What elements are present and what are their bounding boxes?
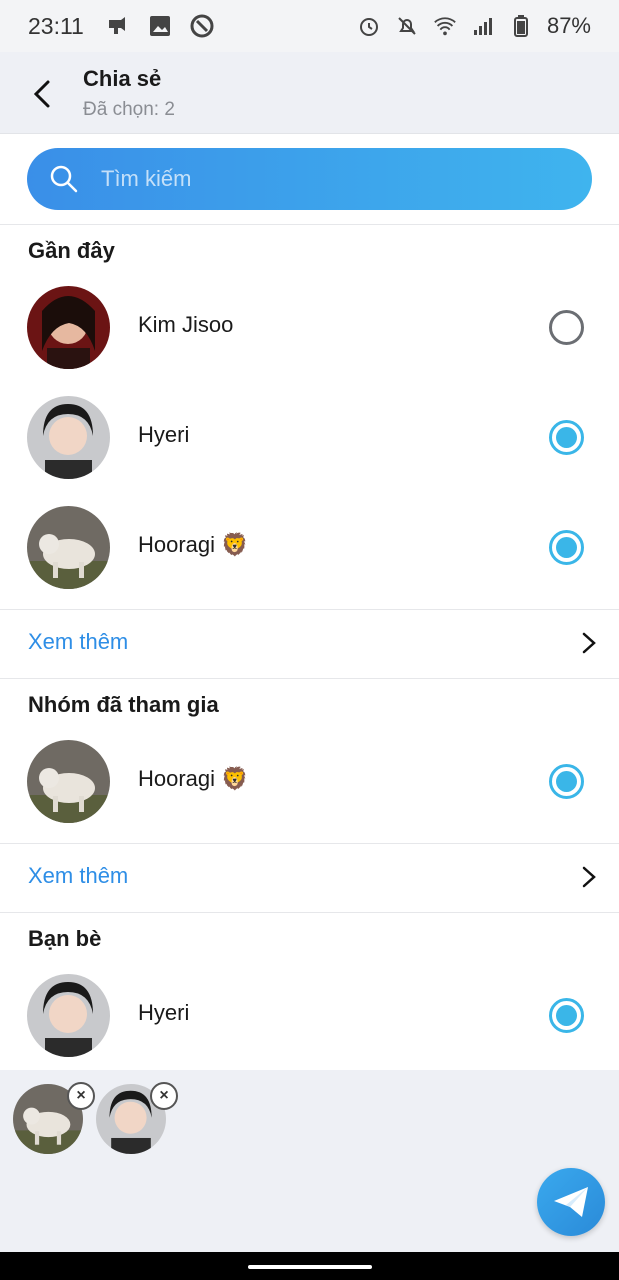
system-nav-bar <box>0 1252 619 1280</box>
battery-percent: 87% <box>546 13 591 38</box>
contact-name: Kim Jisoo <box>138 312 234 337</box>
selected-count: Đã chọn: 2 <box>83 99 175 120</box>
friend-name: Hyeri <box>138 1000 190 1025</box>
back-arrow-icon <box>33 80 50 108</box>
status-bar: 23:11 87% <box>0 0 619 52</box>
alarm-icon <box>357 14 381 38</box>
app-header: Chia sẻ Đã chọn: 2 <box>0 52 619 134</box>
see-more-label: Xem thêm <box>28 629 129 654</box>
notification-icon <box>106 14 130 38</box>
select-radio-checked[interactable] <box>549 530 584 565</box>
chevron-right-icon <box>582 866 596 888</box>
contact-name: Hooragi 🦁 <box>138 532 249 557</box>
group-row-hooragi[interactable]: Hooragi 🦁 <box>0 726 619 836</box>
selected-tray: × × <box>0 1070 619 1252</box>
remove-chip-button[interactable]: × <box>150 1082 178 1110</box>
contact-row-kim-jisoo[interactable]: Kim Jisoo <box>0 272 619 382</box>
avatar <box>27 974 110 1057</box>
see-more-label: Xem thêm <box>28 863 129 888</box>
select-radio-checked[interactable] <box>549 998 584 1033</box>
section-title-friends: Bạn bè <box>28 926 102 951</box>
wifi-icon <box>433 14 457 38</box>
select-radio-checked[interactable] <box>549 420 584 455</box>
signal-icon <box>471 14 495 38</box>
group-name: Hooragi 🦁 <box>138 766 249 791</box>
chevron-right-icon <box>582 632 596 654</box>
image-icon <box>148 14 172 38</box>
contact-row-hyeri[interactable]: Hyeri <box>0 382 619 492</box>
see-more-groups[interactable]: Xem thêm <box>0 843 619 911</box>
status-time: 23:11 <box>28 12 84 39</box>
page-title: Chia sẻ <box>83 66 162 91</box>
selected-chip-hyeri: × <box>96 1082 178 1154</box>
search-icon <box>50 165 78 193</box>
send-button[interactable] <box>537 1168 605 1236</box>
select-radio[interactable] <box>549 310 584 345</box>
select-radio-checked[interactable] <box>549 764 584 799</box>
search-bar[interactable] <box>27 148 592 210</box>
divider <box>0 678 619 679</box>
divider <box>0 912 619 913</box>
remove-chip-button[interactable]: × <box>67 1082 95 1110</box>
avatar <box>27 286 110 369</box>
section-title-recent: Gần đây <box>28 238 115 263</box>
avatar <box>27 740 110 823</box>
avatar <box>27 506 110 589</box>
mute-bell-icon <box>395 14 419 38</box>
contact-name: Hyeri <box>138 422 190 447</box>
friend-row-hyeri[interactable]: Hyeri <box>0 960 619 1070</box>
avatar <box>27 396 110 479</box>
search-input[interactable] <box>101 166 521 192</box>
send-icon <box>554 1187 588 1217</box>
section-title-groups: Nhóm đã tham gia <box>28 692 219 717</box>
battery-icon <box>509 14 533 38</box>
selected-chip-hooragi: × <box>13 1082 95 1154</box>
back-button[interactable] <box>22 74 62 114</box>
sync-icon <box>190 14 214 38</box>
divider <box>0 224 619 225</box>
see-more-recent[interactable]: Xem thêm <box>0 609 619 677</box>
contact-row-hooragi[interactable]: Hooragi 🦁 <box>0 492 619 602</box>
home-gesture-pill[interactable] <box>248 1265 372 1269</box>
